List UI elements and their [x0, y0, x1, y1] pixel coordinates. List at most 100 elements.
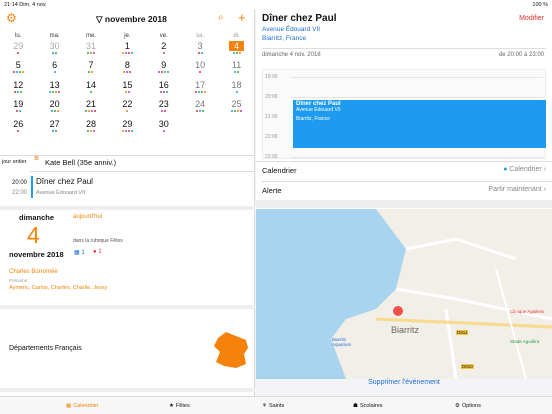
day-cell[interactable]: 15	[109, 78, 145, 97]
event-block-line2: Biarritz, France	[296, 116, 330, 122]
students-icon: ☗	[353, 402, 358, 409]
map-clinic-label: Clinique Aguilera	[510, 309, 544, 314]
tab-saints[interactable]: ⚘ Saints	[262, 403, 284, 409]
hour-label: 22:00	[265, 134, 278, 140]
day-cell[interactable]: 3	[182, 39, 218, 58]
day-cell[interactable]: 30	[36, 39, 72, 58]
left-pane: ⚙ ▽ novembre 2018 ⌕ + lu. ma. me. je. ve. sa.…	[0, 9, 255, 396]
today-weekday: dimanche	[19, 213, 55, 222]
day-cell[interactable]: 13	[36, 78, 72, 97]
event-block-line1: Avenue Édouard VII	[296, 107, 341, 113]
alert-row[interactable]: Alerte Partir maintenant ›	[262, 186, 546, 195]
gear-icon[interactable]: ⚙	[6, 11, 17, 25]
status-bar: 21:14 Dim. 4 nov. 100 %	[0, 0, 552, 9]
day-cell[interactable]: 25	[218, 97, 254, 116]
month-title[interactable]: ▽ novembre 2018	[96, 14, 167, 25]
day-cell[interactable]: 22	[109, 97, 145, 116]
day-cell[interactable]	[182, 117, 218, 136]
today-link[interactable]: aujourd'hui	[73, 214, 102, 220]
day-cell[interactable]: 20	[36, 97, 72, 116]
week-row: 19 20 21 22 23 24 25	[0, 97, 255, 116]
search-icon[interactable]: ⌕	[218, 12, 224, 23]
day-cell[interactable]: 17	[182, 78, 218, 97]
event-title[interactable]: Dîner chez Paul	[36, 177, 93, 186]
add-icon[interactable]: +	[238, 10, 246, 25]
day-cell[interactable]: 29	[109, 117, 145, 136]
day-cell[interactable]: 19	[0, 97, 36, 116]
departments-label[interactable]: Départements Français	[9, 345, 82, 352]
cake-icon: 🎂	[33, 155, 40, 161]
today-month-year: novembre 2018	[9, 250, 64, 259]
day-cell[interactable]: 24	[182, 97, 218, 116]
day-cell[interactable]: 6	[36, 58, 72, 77]
month-grid: lu. ma. me. je. ve. sa. di. 29 30 31 1 2 3 4 5 6 7 8 9 10 1…	[0, 33, 255, 136]
tab-fetes[interactable]: ★ Fêtes	[169, 403, 190, 409]
day-cell[interactable]	[218, 117, 254, 136]
day-cell[interactable]: 8	[109, 58, 145, 77]
day-cell[interactable]: 1	[109, 39, 145, 58]
event-time-range: de 20:00 à 23:00	[498, 52, 544, 58]
rubric-text: dans la rubrique Fêtes	[73, 238, 123, 244]
day-cell[interactable]: 12	[0, 78, 36, 97]
birthday-event[interactable]: Kate Bell (35e anniv.)	[45, 158, 116, 167]
location-map[interactable]: Biarritz Biarritz Aquarium Clinique Agui…	[256, 209, 552, 379]
tab-options[interactable]: ⚙ Options	[455, 403, 481, 409]
hour-label: 19:00	[265, 74, 278, 80]
day-cell[interactable]: 29	[0, 39, 36, 58]
day-cell[interactable]: 21	[73, 97, 109, 116]
day-cell[interactable]: 11	[218, 58, 254, 77]
day-cell[interactable]: 9	[146, 58, 182, 77]
right-pane: Dîner chez Paul Modifier Avenue Édouard …	[256, 9, 552, 396]
day-cell[interactable]: 30	[146, 117, 182, 136]
event-subtitle: Avenue Édouard VII	[36, 190, 86, 196]
event-block[interactable]: Dîner chez Paul Avenue Édouard VII Biarr…	[293, 100, 546, 148]
hour-label: 21:00	[265, 114, 278, 120]
calendar-value: ● Calendrier ›	[503, 166, 546, 173]
week-row: 26 27 28 29 30	[0, 117, 255, 136]
saint-name[interactable]: Charles Borromée	[9, 269, 58, 275]
day-cell[interactable]: 28	[73, 117, 109, 136]
tab-calendar[interactable]: ▦ Calendrier	[66, 403, 99, 409]
family-icon: ▦ 1	[74, 250, 85, 256]
week-row: 5 6 7 8 9 10 11	[0, 58, 255, 77]
address-line-2[interactable]: Biarritz, France	[262, 35, 306, 42]
day-cell[interactable]: 27	[36, 117, 72, 136]
map-aquarium-label: Biarritz Aquarium	[332, 337, 352, 347]
today-day-number: 4	[27, 222, 40, 248]
map-city-label: Biarritz	[391, 325, 420, 335]
delete-event-button[interactable]: Supprimer l'événement	[256, 379, 552, 386]
battery-indicator: 100 %	[532, 1, 548, 8]
day-cell[interactable]: 2	[146, 39, 182, 58]
detail-title: Dîner chez Paul	[262, 13, 337, 24]
gear-icon: ⚙	[455, 402, 460, 409]
event-date: dimanche 4 nov. 2018	[262, 52, 321, 58]
day-cell[interactable]: 16	[146, 78, 182, 97]
prenoms-list: Aymeric, Carlos, Charles, Charlie, Jessy	[9, 285, 108, 291]
day-cell[interactable]: 4	[218, 39, 254, 58]
allday-label: jour entier	[2, 159, 27, 165]
week-row: 29 30 31 1 2 3 4	[0, 39, 255, 58]
day-cell[interactable]: 7	[73, 58, 109, 77]
calendar-row[interactable]: Calendrier ● Calendrier ›	[262, 166, 546, 175]
modify-button[interactable]: Modifier	[519, 15, 544, 22]
day-cell[interactable]: 23	[146, 97, 182, 116]
day-cell[interactable]: 31	[73, 39, 109, 58]
address-line-1[interactable]: Avenue Édouard VII	[262, 26, 320, 33]
alert-value: Partir maintenant ›	[488, 186, 546, 193]
tab-bar: ▦ Calendrier ★ Fêtes ⚘ Saints ☗ Scolaires ⚙ O…	[0, 396, 552, 414]
day-cell[interactable]: 5	[0, 58, 36, 77]
person-icon: ● 1	[93, 249, 102, 255]
week-row: 12 13 14 15 16 17 18	[0, 78, 255, 97]
map-road-label-2: D810	[461, 364, 474, 369]
day-cell[interactable]: 18	[218, 78, 254, 97]
hour-label: 20:00	[265, 94, 278, 100]
prenoms-label: Prénoms :	[9, 278, 30, 283]
hour-label: 23:00	[265, 154, 278, 160]
day-cell[interactable]: 10	[182, 58, 218, 77]
map-road-label-1: D911	[456, 330, 469, 335]
day-cell[interactable]: 14	[73, 78, 109, 97]
map-stade-label: Stade Aguiléra	[510, 339, 540, 344]
day-cell[interactable]: 26	[0, 117, 36, 136]
event-start-time: 20:00	[12, 180, 28, 186]
tab-scolaires[interactable]: ☗ Scolaires	[353, 403, 383, 409]
